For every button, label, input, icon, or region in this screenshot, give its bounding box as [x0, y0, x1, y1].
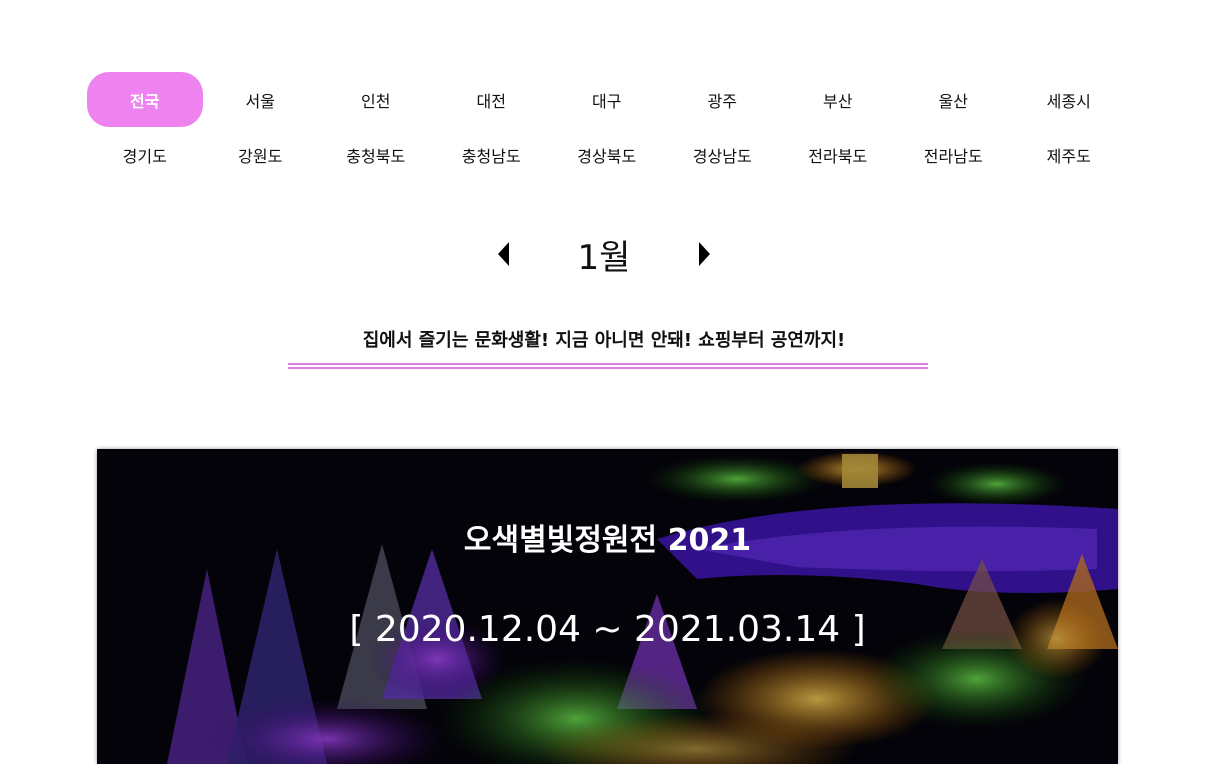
- headline: 집에서 즐기는 문화생활! 지금 아니면 안돼! 쇼핑부터 공연까지!: [362, 330, 846, 351]
- region-item-all[interactable]: 전국: [87, 72, 203, 127]
- banner-image: [97, 449, 1118, 764]
- month-label: 1월: [577, 237, 631, 278]
- region-item-jeonnam[interactable]: 전라남도: [896, 127, 1012, 182]
- region-item-busan[interactable]: 부산: [780, 72, 896, 127]
- banner-title: 오색별빛정원전 2021: [463, 523, 752, 558]
- region-row-1: 전국 서울 인천 대전 대구 광주 부산 울산 세종시: [87, 72, 1127, 127]
- headline-underline: [288, 363, 928, 369]
- prev-month-button[interactable]: [484, 234, 524, 274]
- region-item-chungnam[interactable]: 충청남도: [434, 127, 550, 182]
- region-nav: 전국 서울 인천 대전 대구 광주 부산 울산 세종시 경기도 강원도 충청북도…: [87, 72, 1127, 182]
- caret-left-icon: [498, 242, 509, 266]
- region-item-gyeonggi[interactable]: 경기도: [87, 127, 203, 182]
- region-item-sejong[interactable]: 세종시: [1011, 72, 1127, 127]
- next-month-button[interactable]: [684, 234, 724, 274]
- region-item-jeju[interactable]: 제주도: [1011, 127, 1127, 182]
- region-item-seoul[interactable]: 서울: [203, 72, 319, 127]
- region-row-2: 경기도 강원도 충청북도 충청남도 경상북도 경상남도 전라북도 전라남도 제주…: [87, 127, 1127, 182]
- region-item-chungbuk[interactable]: 충청북도: [318, 127, 434, 182]
- region-item-jeonbuk[interactable]: 전라북도: [780, 127, 896, 182]
- region-item-ulsan[interactable]: 울산: [896, 72, 1012, 127]
- region-item-daegu[interactable]: 대구: [549, 72, 665, 127]
- event-banner[interactable]: 오색별빛정원전 2021 [ 2020.12.04 ~ 2021.03.14 ]: [97, 449, 1118, 764]
- region-item-gwangju[interactable]: 광주: [665, 72, 781, 127]
- banner-date: [ 2020.12.04 ~ 2021.03.14 ]: [349, 609, 866, 650]
- region-item-gyeongbuk[interactable]: 경상북도: [549, 127, 665, 182]
- caret-right-icon: [699, 242, 710, 266]
- region-item-gyeongnam[interactable]: 경상남도: [665, 127, 781, 182]
- region-item-gangwon[interactable]: 강원도: [203, 127, 319, 182]
- region-item-daejeon[interactable]: 대전: [434, 72, 550, 127]
- month-navigator: 1월: [0, 228, 1208, 280]
- region-item-incheon[interactable]: 인천: [318, 72, 434, 127]
